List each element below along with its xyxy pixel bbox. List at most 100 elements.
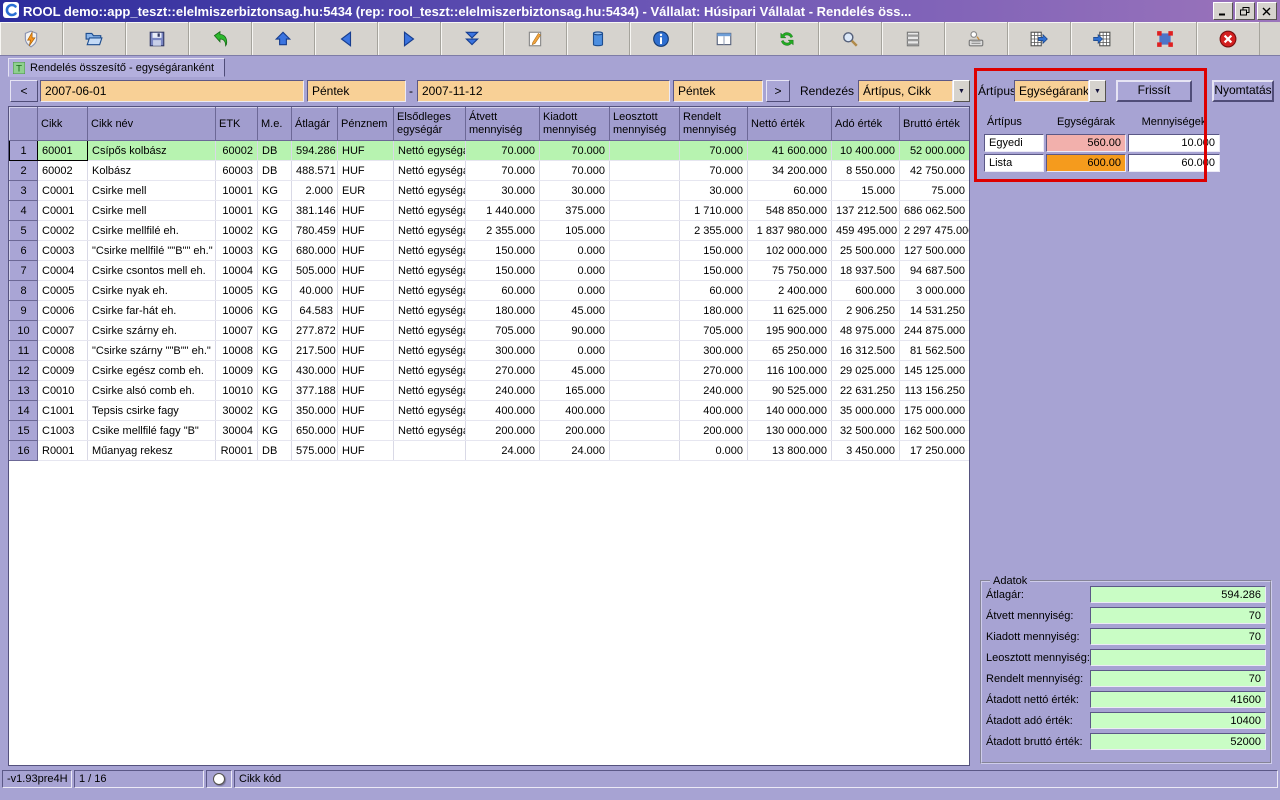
price-egysegar-cell[interactable]: 560.00 [1046, 134, 1126, 152]
cell-atlagar[interactable]: 575.000 [292, 441, 338, 461]
cell-etk[interactable]: 10001 [216, 181, 258, 201]
cell-leosztott[interactable] [610, 421, 680, 441]
cell-cikk[interactable]: C0006 [38, 301, 88, 321]
cell-penznem[interactable]: HUF [338, 261, 394, 281]
price-mennyiseg-cell[interactable]: 10.000 [1128, 134, 1220, 152]
cell-netto-ertek[interactable]: 116 100.000 [748, 361, 832, 381]
cell-atvett[interactable]: 240.000 [466, 381, 540, 401]
cell-ado-ertek[interactable]: 10 400.000 [832, 141, 900, 161]
cell-ado-ertek[interactable]: 137 212.500 [832, 201, 900, 221]
cell-atlagar[interactable]: 381.146 [292, 201, 338, 221]
cell-cikk[interactable]: R0001 [38, 441, 88, 461]
cell-cikk-nev[interactable]: Csirke egész comb eh. [88, 361, 216, 381]
day-from-field[interactable]: Péntek [307, 80, 406, 102]
cell-atvett[interactable]: 70.000 [466, 141, 540, 161]
cell-penznem[interactable]: HUF [338, 281, 394, 301]
cell-elsodleges-egysegar[interactable] [394, 441, 466, 461]
cell-atvett[interactable]: 200.000 [466, 421, 540, 441]
cell-kiadott[interactable]: 90.000 [540, 321, 610, 341]
cell-atvett[interactable]: 150.000 [466, 261, 540, 281]
cell-kiadott[interactable]: 0.000 [540, 261, 610, 281]
row-number[interactable]: 1 [10, 141, 38, 161]
cell-etk[interactable]: 10002 [216, 221, 258, 241]
cell-ado-ertek[interactable]: 22 631.250 [832, 381, 900, 401]
cell-penznem[interactable]: HUF [338, 141, 394, 161]
row-number[interactable]: 16 [10, 441, 38, 461]
chevron-down-icon[interactable]: ▼ [1089, 80, 1106, 102]
cell-etk[interactable]: 10007 [216, 321, 258, 341]
cell-leosztott[interactable] [610, 321, 680, 341]
cell-kiadott[interactable]: 45.000 [540, 361, 610, 381]
cell-brutto-ertek[interactable]: 81 562.500 [900, 341, 970, 361]
cell-netto-ertek[interactable]: 548 850.000 [748, 201, 832, 221]
cell-kiadott[interactable]: 0.000 [540, 281, 610, 301]
cell-brutto-ertek[interactable]: 14 531.250 [900, 301, 970, 321]
cell-brutto-ertek[interactable]: 113 156.250 [900, 381, 970, 401]
cell-cikk-nev[interactable]: "Csirke szárny ""B"" eh." [88, 341, 216, 361]
adatok-field-value[interactable]: 52000 [1090, 733, 1266, 750]
cell-cikk[interactable]: C0003 [38, 241, 88, 261]
cell-rendelt[interactable]: 0.000 [680, 441, 748, 461]
adatok-field-value[interactable]: 10400 [1090, 712, 1266, 729]
save-button[interactable] [126, 22, 189, 55]
cell-brutto-ertek[interactable]: 175 000.000 [900, 401, 970, 421]
exit-button[interactable] [1197, 22, 1260, 55]
cell-me[interactable]: KG [258, 341, 292, 361]
cell-atvett[interactable]: 2 355.000 [466, 221, 540, 241]
cell-elsodleges-egysegar[interactable]: Nettó egységár [394, 241, 466, 261]
cell-elsodleges-egysegar[interactable]: Nettó egységár [394, 261, 466, 281]
cell-elsodleges-egysegar[interactable]: Nettó egységár [394, 181, 466, 201]
cell-netto-ertek[interactable]: 195 900.000 [748, 321, 832, 341]
row-number[interactable]: 2 [10, 161, 38, 181]
cell-cikk-nev[interactable]: Tepsis csirke fagy [88, 401, 216, 421]
cell-atvett[interactable]: 705.000 [466, 321, 540, 341]
cell-me[interactable]: KG [258, 421, 292, 441]
cell-netto-ertek[interactable]: 130 000.000 [748, 421, 832, 441]
cell-me[interactable]: KG [258, 261, 292, 281]
cell-me[interactable]: KG [258, 241, 292, 261]
cell-cikk[interactable]: C0008 [38, 341, 88, 361]
cell-netto-ertek[interactable]: 102 000.000 [748, 241, 832, 261]
prev-record-button[interactable] [315, 22, 378, 55]
cell-cikk[interactable]: C0010 [38, 381, 88, 401]
print-button[interactable]: Nyomtatás [1212, 80, 1274, 102]
cell-netto-ertek[interactable]: 41 600.000 [748, 141, 832, 161]
cell-penznem[interactable]: HUF [338, 161, 394, 181]
cell-cikk[interactable]: C0007 [38, 321, 88, 341]
cell-rendelt[interactable]: 60.000 [680, 281, 748, 301]
cell-elsodleges-egysegar[interactable]: Nettó egységár [394, 221, 466, 241]
cell-kiadott[interactable]: 0.000 [540, 341, 610, 361]
cell-elsodleges-egysegar[interactable]: Nettó egységár [394, 341, 466, 361]
cell-cikk[interactable]: C0002 [38, 221, 88, 241]
cell-me[interactable]: DB [258, 141, 292, 161]
cell-kiadott[interactable]: 400.000 [540, 401, 610, 421]
row-number[interactable]: 5 [10, 221, 38, 241]
cell-atvett[interactable]: 400.000 [466, 401, 540, 421]
cell-atvett[interactable]: 24.000 [466, 441, 540, 461]
cell-me[interactable]: KG [258, 181, 292, 201]
cell-etk[interactable]: 10009 [216, 361, 258, 381]
cell-atlagar[interactable]: 650.000 [292, 421, 338, 441]
cell-me[interactable]: DB [258, 161, 292, 181]
row-number[interactable]: 13 [10, 381, 38, 401]
cell-netto-ertek[interactable]: 11 625.000 [748, 301, 832, 321]
cell-etk[interactable]: 30002 [216, 401, 258, 421]
cell-me[interactable]: KG [258, 381, 292, 401]
minimize-button[interactable] [1213, 2, 1233, 20]
cell-leosztott[interactable] [610, 281, 680, 301]
cell-elsodleges-egysegar[interactable]: Nettó egységár [394, 201, 466, 221]
cell-penznem[interactable]: HUF [338, 201, 394, 221]
cell-leosztott[interactable] [610, 361, 680, 381]
cell-me[interactable]: KG [258, 221, 292, 241]
cell-penznem[interactable]: HUF [338, 221, 394, 241]
cell-leosztott[interactable] [610, 441, 680, 461]
row-number[interactable]: 6 [10, 241, 38, 261]
adatok-field-value[interactable]: 41600 [1090, 691, 1266, 708]
refresh-button[interactable] [756, 22, 819, 55]
cell-ado-ertek[interactable]: 600.000 [832, 281, 900, 301]
cell-penznem[interactable]: HUF [338, 401, 394, 421]
cell-rendelt[interactable]: 300.000 [680, 341, 748, 361]
cell-netto-ertek[interactable]: 90 525.000 [748, 381, 832, 401]
cell-elsodleges-egysegar[interactable]: Nettó egységár [394, 141, 466, 161]
cell-cikk-nev[interactable]: Csípős kolbász [88, 141, 216, 161]
